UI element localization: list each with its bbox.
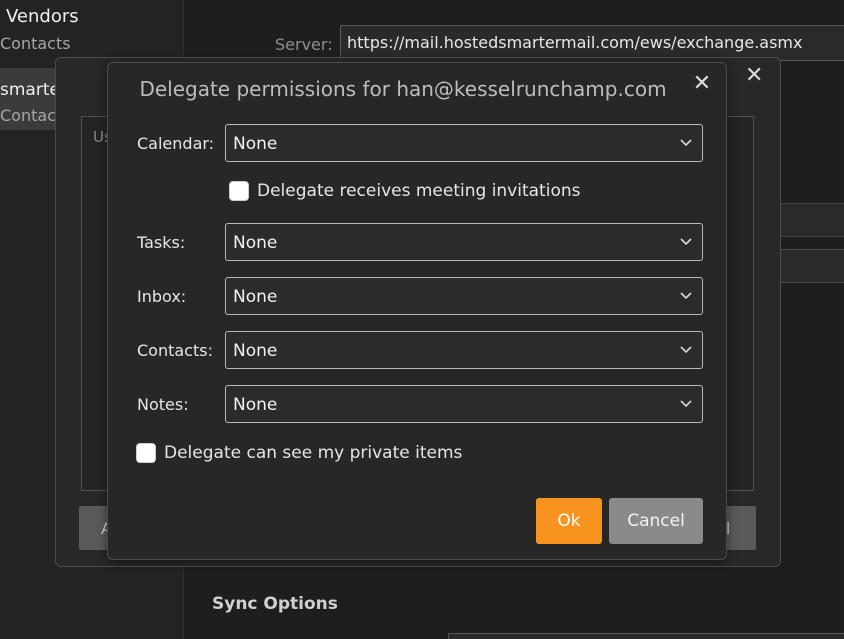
contacts-label: Contacts: xyxy=(137,341,213,360)
sidebar-folder-subtitle: Contacts xyxy=(0,34,71,53)
calendar-permission-value: None xyxy=(233,134,278,154)
notes-permission-select[interactable]: None xyxy=(225,385,703,423)
delegate-permissions-dialog: Delegate permissions for han@kesselrunch… xyxy=(107,62,727,560)
contacts-permission-select[interactable]: None xyxy=(225,331,703,369)
notes-label: Notes: xyxy=(137,395,189,414)
chevron-down-icon xyxy=(680,346,692,354)
server-label: Server: xyxy=(275,35,333,54)
tasks-permission-select[interactable]: None xyxy=(225,223,703,261)
server-url-field[interactable]: https://mail.hostedsmartermail.com/ews/e… xyxy=(340,25,844,61)
chevron-down-icon xyxy=(680,400,692,408)
tasks-permission-value: None xyxy=(233,233,278,253)
inbox-permission-select[interactable]: None xyxy=(225,277,703,315)
chevron-down-icon xyxy=(680,292,692,300)
private-items-checkbox[interactable] xyxy=(136,443,156,463)
private-items-label: Delegate can see my private items xyxy=(164,443,463,463)
notes-permission-value: None xyxy=(233,395,278,415)
meeting-invitations-checkbox-row[interactable]: Delegate receives meeting invitations xyxy=(229,181,580,201)
sidebar-folder-title[interactable]: Vendors xyxy=(6,6,79,27)
inbox-label: Inbox: xyxy=(137,287,187,306)
meeting-invitations-checkbox[interactable] xyxy=(229,181,249,201)
sidebar-item-selected-subtitle: Contact xyxy=(0,106,63,125)
sidebar-item-selected-title: smarte xyxy=(0,80,60,100)
app-window: Vendors Contacts smarte Contact Server: … xyxy=(0,0,844,639)
ok-button[interactable]: Ok xyxy=(536,498,602,544)
cancel-button[interactable]: Cancel xyxy=(609,498,703,544)
private-items-checkbox-row[interactable]: Delegate can see my private items xyxy=(136,443,462,463)
tasks-label: Tasks: xyxy=(137,233,186,252)
chevron-down-icon xyxy=(680,139,692,147)
delegates-dialog-close-icon[interactable]: ✕ xyxy=(745,63,763,88)
inbox-permission-value: None xyxy=(233,287,278,307)
background-field[interactable] xyxy=(448,633,844,639)
sync-options-heading: Sync Options xyxy=(212,594,338,614)
dialog-title: Delegate permissions for han@kesselrunch… xyxy=(139,77,667,101)
chevron-down-icon xyxy=(680,238,692,246)
calendar-permission-select[interactable]: None xyxy=(225,124,703,162)
contacts-permission-value: None xyxy=(233,341,278,361)
meeting-invitations-label: Delegate receives meeting invitations xyxy=(257,181,581,201)
calendar-label: Calendar: xyxy=(137,134,215,153)
close-icon[interactable]: ✕ xyxy=(689,71,715,97)
